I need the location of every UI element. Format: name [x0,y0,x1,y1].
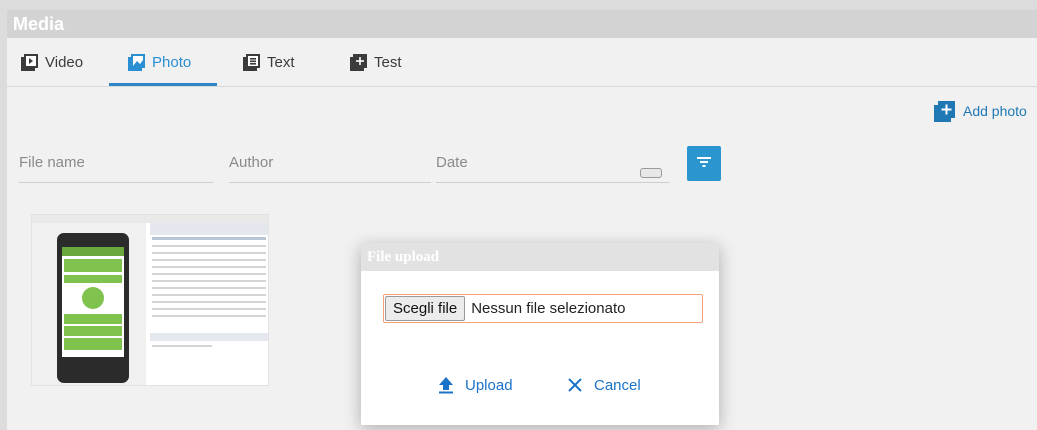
cancel-button[interactable]: Cancel [566,373,641,397]
choose-file-button[interactable]: Scegli file [385,296,466,321]
modal-overlay: File upload Scegli file Nessun file sele… [0,0,1037,430]
dialog-title: File upload [361,243,719,271]
close-icon [566,376,584,394]
upload-icon [437,376,455,394]
upload-button[interactable]: Upload [437,373,513,397]
selected-file-label: Nessun file selezionato [471,300,626,317]
file-input[interactable]: Scegli file Nessun file selezionato [383,294,703,323]
upload-label: Upload [465,376,513,394]
file-upload-dialog: File upload Scegli file Nessun file sele… [361,243,719,425]
cancel-label: Cancel [594,376,641,394]
